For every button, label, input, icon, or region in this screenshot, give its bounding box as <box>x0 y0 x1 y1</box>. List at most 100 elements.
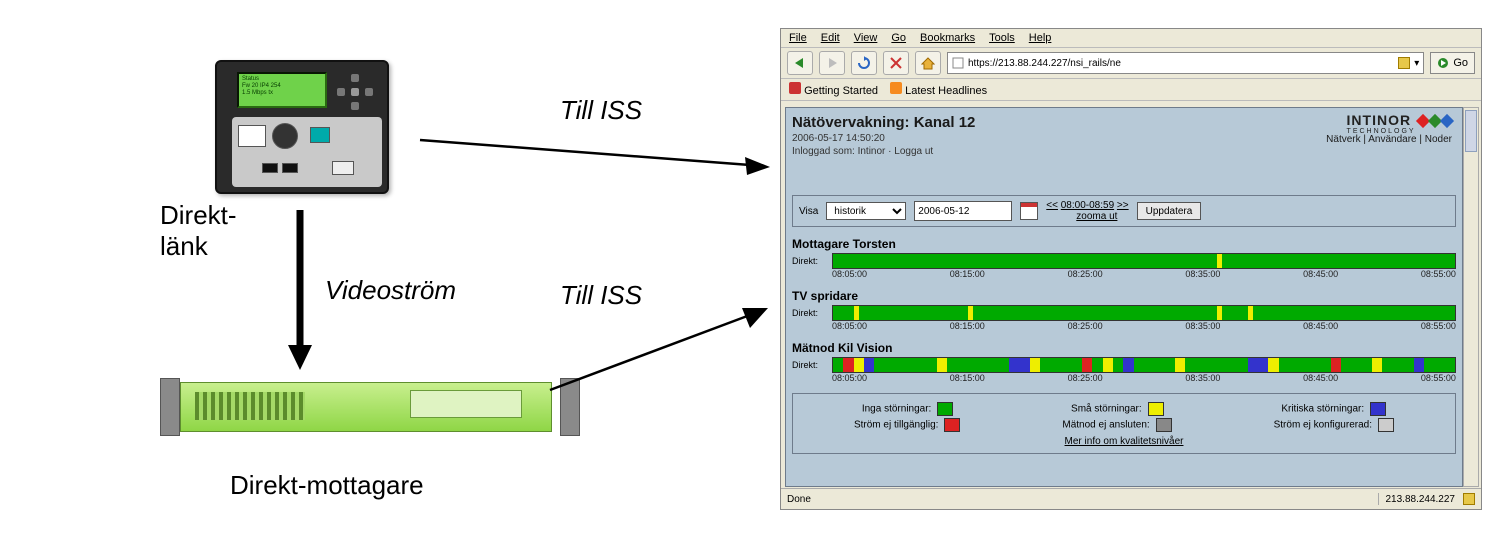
nav-anvandare[interactable]: Användare <box>1368 134 1416 145</box>
reload-button[interactable] <box>851 51 877 75</box>
tick-label: 08:05:00 <box>832 269 867 279</box>
channel-row: Direkt: <box>792 357 1456 373</box>
direktlank-label: Direkt- länk <box>160 200 237 262</box>
direktlank-device: Status Fw 20 IP4 254 1.5 Mbps tx <box>205 50 405 200</box>
tick-label: 08:55:00 <box>1421 269 1456 279</box>
segment-small <box>1248 306 1253 320</box>
tick-label: 08:15:00 <box>950 269 985 279</box>
segment-small <box>937 358 947 372</box>
channel-name: Mätnod Kil Vision <box>792 341 1456 355</box>
page-content: Nätövervakning: Kanal 12 2006-05-17 14:5… <box>785 107 1463 487</box>
tick-row: 08:05:0008:15:0008:25:0008:35:0008:45:00… <box>832 321 1456 331</box>
timeline-bar[interactable] <box>832 357 1456 373</box>
tick-label: 08:05:00 <box>832 321 867 331</box>
tick-label: 08:55:00 <box>1421 373 1456 383</box>
dropdown-icon[interactable]: ▾ <box>1414 58 1419 69</box>
segment-small <box>968 306 973 320</box>
legend-swatch-notconf <box>1378 418 1394 432</box>
go-button[interactable]: Go <box>1430 52 1475 74</box>
segment-critical <box>864 358 874 372</box>
calendar-icon[interactable] <box>1020 202 1038 220</box>
menu-file[interactable]: File <box>789 32 807 44</box>
home-button[interactable] <box>915 51 941 75</box>
logged-in-text: Inloggad som: Intinor · Logga ut <box>792 146 1456 157</box>
tick-label: 08:45:00 <box>1303 373 1338 383</box>
legend-more-link[interactable]: Mer info om kvalitetsnivåer <box>803 436 1445 447</box>
range-text[interactable]: 08:00-08:59 <box>1061 200 1114 211</box>
rss-icon <box>890 82 902 94</box>
segment-small <box>1372 358 1382 372</box>
lcd-line: Fw 20 IP4 254 <box>242 83 322 90</box>
tick-label: 08:25:00 <box>1068 373 1103 383</box>
tick-row: 08:05:0008:15:0008:25:0008:35:0008:45:00… <box>832 373 1456 383</box>
direktmottagare-device <box>160 370 580 450</box>
rack-panel <box>410 390 522 418</box>
tick-label: 08:25:00 <box>1068 321 1103 331</box>
stop-button[interactable] <box>883 51 909 75</box>
url-bar[interactable]: https://213.88.244.227/nsi_rails/ne ▾ <box>947 52 1424 74</box>
arrow-to-iss-1-icon <box>420 130 770 180</box>
legend-swatch-none <box>937 402 953 416</box>
lock-icon <box>1398 57 1410 69</box>
segment-small <box>1217 254 1222 268</box>
device-lcd: Status Fw 20 IP4 254 1.5 Mbps tx <box>237 72 327 108</box>
legend-swatch-matnod <box>1156 418 1172 432</box>
channel-name: TV spridare <box>792 289 1456 303</box>
timeline-bar[interactable] <box>832 253 1456 269</box>
legend-swatch-unavail <box>944 418 960 432</box>
menu-edit[interactable]: Edit <box>821 32 840 44</box>
vertical-scrollbar[interactable] <box>1463 107 1479 487</box>
back-button[interactable] <box>787 51 813 75</box>
menu-view[interactable]: View <box>854 32 878 44</box>
tick-label: 08:05:00 <box>832 373 867 383</box>
scrollbar-thumb[interactable] <box>1465 110 1477 152</box>
range-next[interactable]: >> <box>1117 200 1129 211</box>
arrow-down-icon <box>285 210 315 370</box>
timeline-bar[interactable] <box>832 305 1456 321</box>
device-chassis: Status Fw 20 IP4 254 1.5 Mbps tx <box>215 60 389 194</box>
url-text: https://213.88.244.227/nsi_rails/ne <box>968 58 1121 69</box>
channel-1: TV spridare Direkt:08:05:00 08:15:00 08:25:… <box>792 289 1456 331</box>
dpad-icon <box>337 74 373 110</box>
legend-critical-label: Kritiska störningar: <box>1281 404 1364 415</box>
arrow-to-iss-2-icon <box>550 300 770 400</box>
menu-help[interactable]: Help <box>1029 32 1052 44</box>
menu-bookmarks[interactable]: Bookmarks <box>920 32 975 44</box>
segment-small <box>1175 358 1185 372</box>
to-iss-label-1: Till ISS <box>560 95 642 126</box>
legend-none-label: Inga störningar: <box>862 404 932 415</box>
range-prev[interactable]: << <box>1046 200 1058 211</box>
menu-go[interactable]: Go <box>891 32 906 44</box>
segment-critical <box>1123 358 1133 372</box>
nav-noder[interactable]: Noder <box>1425 134 1452 145</box>
tick-row: 08:05:0008:15:0008:25:0008:35:0008:45:00… <box>832 269 1456 279</box>
forward-button[interactable] <box>819 51 845 75</box>
legend-small-label: Små störningar: <box>1071 404 1142 415</box>
update-button[interactable]: Uppdatera <box>1137 202 1202 220</box>
browser-window: File Edit View Go Bookmarks Tools Help h… <box>780 28 1482 510</box>
legend-swatch-small <box>1148 402 1164 416</box>
segment-small <box>854 306 859 320</box>
zoom-out-link[interactable]: zooma ut <box>1076 211 1117 222</box>
tick-label: 08:15:00 <box>950 321 985 331</box>
bookmark-getting-started[interactable]: Getting Started <box>789 82 878 97</box>
nav-natverk[interactable]: Nätverk <box>1326 134 1360 145</box>
mode-select[interactable]: historik <box>826 202 906 220</box>
tick-label: 08:25:00 <box>1068 269 1103 279</box>
bookmark-latest[interactable]: Latest Headlines <box>890 82 987 97</box>
bookmarks-bar: Getting Started Latest Headlines <box>781 79 1481 101</box>
segment-unavail <box>843 358 853 372</box>
legend-matnod-label: Mätnod ej ansluten: <box>1062 420 1149 431</box>
channel-2: Mätnod Kil Vision Direkt:08:05:0008:15:00… <box>792 341 1456 383</box>
diagram-canvas: Status Fw 20 IP4 254 1.5 Mbps tx Direkt-… <box>0 0 1500 534</box>
page-icon <box>952 57 964 69</box>
status-ip: 213.88.244.227 <box>1385 494 1455 505</box>
menu-tools[interactable]: Tools <box>989 32 1015 44</box>
legend: Inga störningar: Små störningar: Kritisk… <box>792 393 1456 454</box>
lcd-line: Status <box>242 76 322 83</box>
bookmark-icon <box>789 82 801 94</box>
channel-row: Direkt: <box>792 305 1456 321</box>
tick-label: 08:35:00 <box>1185 321 1220 331</box>
segment-critical <box>1248 358 1269 372</box>
date-input[interactable] <box>914 201 1012 221</box>
